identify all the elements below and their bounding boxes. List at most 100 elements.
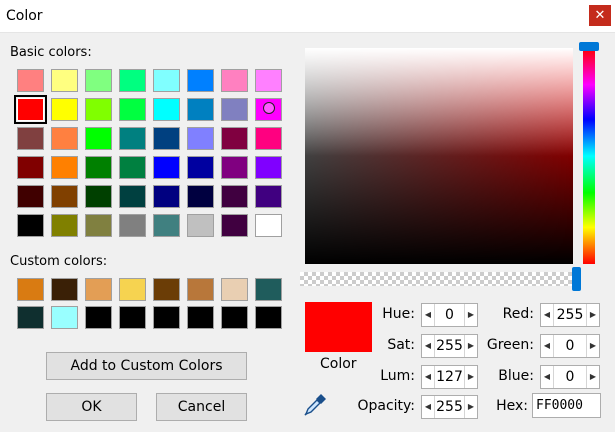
basic-color-swatch[interactable]: [51, 214, 78, 237]
custom-color-swatch[interactable]: [187, 278, 214, 301]
basic-color-swatch[interactable]: [153, 98, 180, 121]
eyedropper-icon[interactable]: [302, 392, 328, 418]
custom-color-swatch[interactable]: [221, 306, 248, 329]
opacity-value[interactable]: 255: [436, 396, 463, 418]
basic-color-swatch[interactable]: [221, 127, 248, 150]
custom-color-swatch[interactable]: [17, 278, 44, 301]
hex-input[interactable]: FF0000: [532, 393, 601, 418]
basic-color-swatch[interactable]: [51, 156, 78, 179]
custom-color-swatch[interactable]: [221, 278, 248, 301]
increment-icon[interactable]: ▶: [586, 366, 599, 388]
decrement-icon[interactable]: ◀: [541, 304, 554, 326]
basic-color-swatch[interactable]: [85, 185, 112, 208]
increment-icon[interactable]: ▶: [464, 335, 477, 357]
basic-color-swatch[interactable]: [255, 185, 282, 208]
basic-color-swatch[interactable]: [85, 127, 112, 150]
increment-icon[interactable]: ▶: [464, 304, 477, 326]
hue-slider-thumb[interactable]: [579, 42, 599, 51]
custom-color-swatch[interactable]: [255, 278, 282, 301]
basic-color-swatch[interactable]: [187, 185, 214, 208]
red-spinner[interactable]: ◀ 255 ▶: [540, 303, 600, 327]
green-spinner[interactable]: ◀ 0 ▶: [540, 334, 600, 358]
custom-color-swatch[interactable]: [153, 306, 180, 329]
basic-color-swatch[interactable]: [119, 127, 146, 150]
custom-color-swatch[interactable]: [153, 278, 180, 301]
basic-color-swatch[interactable]: [119, 185, 146, 208]
basic-color-swatch[interactable]: [85, 156, 112, 179]
opacity-slider[interactable]: [300, 272, 576, 286]
custom-color-swatch[interactable]: [85, 306, 112, 329]
basic-color-swatch[interactable]: [17, 69, 44, 92]
increment-icon[interactable]: ▶: [586, 335, 599, 357]
increment-icon[interactable]: ▶: [464, 396, 477, 418]
basic-color-swatch[interactable]: [153, 127, 180, 150]
basic-color-swatch[interactable]: [85, 98, 112, 121]
basic-color-swatch[interactable]: [14, 95, 47, 124]
increment-icon[interactable]: ▶: [586, 304, 599, 326]
lum-spinner[interactable]: ◀ 127 ▶: [421, 365, 478, 389]
opacity-slider-thumb[interactable]: [572, 267, 581, 291]
decrement-icon[interactable]: ◀: [422, 366, 435, 388]
custom-color-swatch[interactable]: [85, 278, 112, 301]
add-to-custom-colors-button[interactable]: Add to Custom Colors: [46, 352, 247, 380]
basic-color-swatch[interactable]: [255, 214, 282, 237]
basic-color-swatch[interactable]: [187, 98, 214, 121]
decrement-icon[interactable]: ◀: [422, 335, 435, 357]
basic-color-swatch[interactable]: [51, 69, 78, 92]
basic-color-swatch[interactable]: [85, 69, 112, 92]
basic-color-swatch[interactable]: [153, 156, 180, 179]
basic-color-swatch[interactable]: [221, 214, 248, 237]
decrement-icon[interactable]: ◀: [541, 366, 554, 388]
basic-color-swatch[interactable]: [255, 69, 282, 92]
hue-value[interactable]: 0: [436, 304, 463, 326]
custom-color-swatch[interactable]: [187, 306, 214, 329]
custom-color-swatch[interactable]: [255, 306, 282, 329]
basic-color-swatch[interactable]: [187, 127, 214, 150]
basic-color-swatch[interactable]: [153, 214, 180, 237]
basic-color-swatch[interactable]: [187, 69, 214, 92]
basic-color-swatch[interactable]: [221, 156, 248, 179]
basic-color-swatch[interactable]: [51, 185, 78, 208]
basic-color-swatch[interactable]: [187, 214, 214, 237]
sat-value[interactable]: 255: [436, 335, 463, 357]
basic-color-swatch[interactable]: [221, 69, 248, 92]
custom-color-swatch[interactable]: [119, 278, 146, 301]
green-value[interactable]: 0: [555, 335, 585, 357]
basic-color-swatch[interactable]: [17, 156, 44, 179]
basic-color-swatch[interactable]: [119, 214, 146, 237]
custom-color-swatch[interactable]: [119, 306, 146, 329]
basic-color-swatch[interactable]: [17, 127, 44, 150]
sat-spinner[interactable]: ◀ 255 ▶: [421, 334, 478, 358]
basic-color-swatch[interactable]: [255, 127, 282, 150]
basic-color-swatch[interactable]: [119, 69, 146, 92]
basic-color-swatch[interactable]: [85, 214, 112, 237]
blue-value[interactable]: 0: [555, 366, 585, 388]
basic-color-swatch[interactable]: [51, 98, 78, 121]
ok-button[interactable]: OK: [46, 393, 137, 421]
custom-color-swatch[interactable]: [51, 278, 78, 301]
lum-value[interactable]: 127: [436, 366, 463, 388]
decrement-icon[interactable]: ◀: [422, 304, 435, 326]
cancel-button[interactable]: Cancel: [156, 393, 247, 421]
basic-color-swatch[interactable]: [119, 98, 146, 121]
blue-spinner[interactable]: ◀ 0 ▶: [540, 365, 600, 389]
decrement-icon[interactable]: ◀: [422, 396, 435, 418]
basic-color-swatch[interactable]: [119, 156, 146, 179]
increment-icon[interactable]: ▶: [464, 366, 477, 388]
basic-color-swatch[interactable]: [51, 127, 78, 150]
red-value[interactable]: 255: [555, 304, 585, 326]
basic-color-swatch[interactable]: [153, 69, 180, 92]
close-button[interactable]: ✕: [589, 5, 611, 26]
basic-color-swatch[interactable]: [255, 156, 282, 179]
basic-color-swatch[interactable]: [221, 98, 248, 121]
decrement-icon[interactable]: ◀: [541, 335, 554, 357]
color-spectrum[interactable]: [305, 48, 573, 264]
spectrum-marker[interactable]: [263, 102, 275, 114]
basic-color-swatch[interactable]: [153, 185, 180, 208]
custom-color-swatch[interactable]: [17, 306, 44, 329]
custom-color-swatch[interactable]: [51, 306, 78, 329]
basic-color-swatch[interactable]: [17, 185, 44, 208]
hue-spinner[interactable]: ◀ 0 ▶: [421, 303, 478, 327]
hue-slider[interactable]: [583, 48, 595, 264]
basic-color-swatch[interactable]: [221, 185, 248, 208]
